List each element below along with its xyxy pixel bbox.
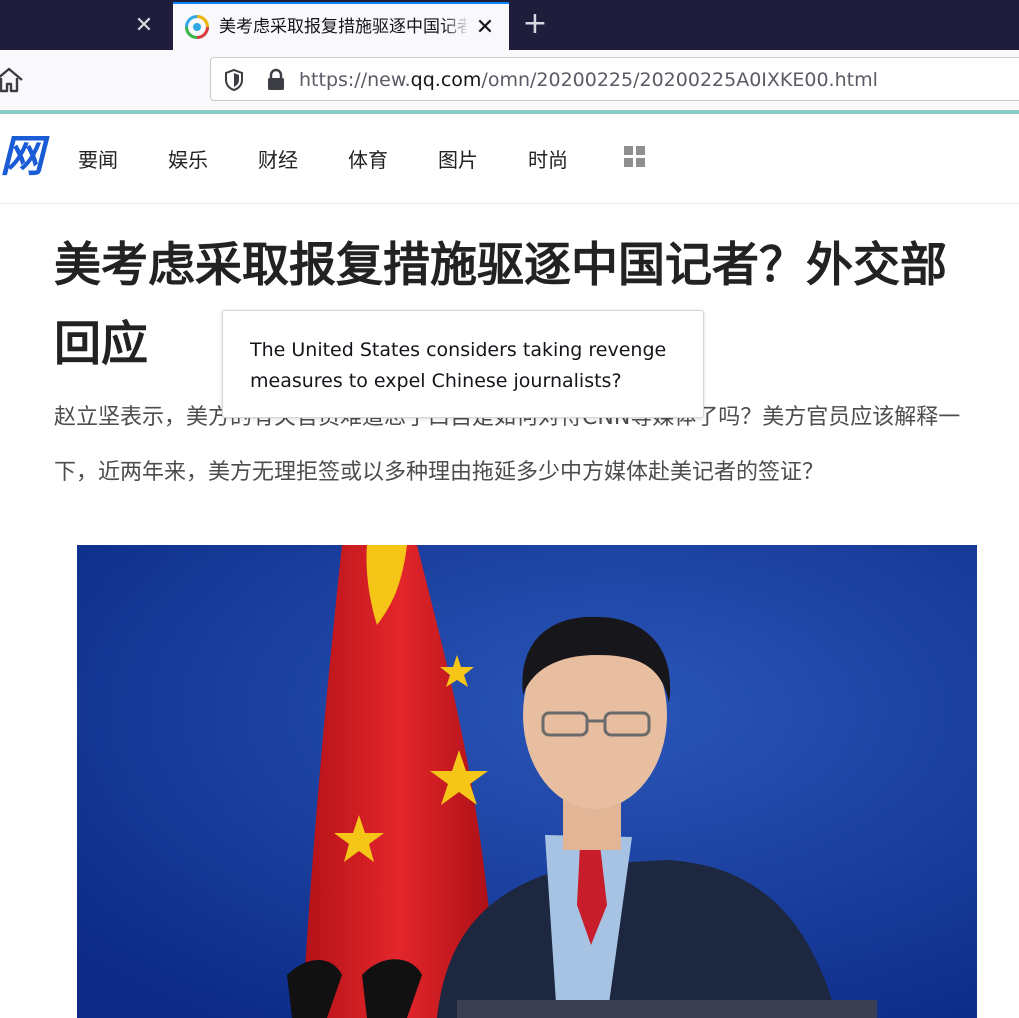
nav-item-pictures[interactable]: 图片	[438, 144, 478, 176]
nav-item-news[interactable]: 要闻	[78, 144, 118, 176]
more-channels-grid-icon[interactable]	[624, 146, 646, 168]
url-domain: qq.com	[410, 69, 482, 91]
url-bar[interactable]: https://new.qq.com/omn/20200225/20200225…	[210, 57, 1019, 101]
tab-close-icon[interactable]: ✕	[471, 14, 499, 42]
tab-bar: ✕ 美考虑采取报复措施驱逐中国记者？外交部回应 ✕ +	[0, 0, 1019, 50]
tab-title-fade	[443, 12, 469, 42]
press-briefing-photo	[77, 545, 977, 1018]
qq-news-favicon-icon	[185, 15, 209, 39]
active-tab[interactable]: 美考虑采取报复措施驱逐中国记者？外交部回应 ✕	[173, 2, 509, 50]
translation-tooltip: The United States considers taking reven…	[222, 310, 704, 418]
site-logo[interactable]: 网	[0, 132, 50, 182]
nav-item-sports[interactable]: 体育	[348, 144, 388, 176]
url-path: /omn/20200225/20200225A0IXKE00.html	[481, 69, 878, 91]
nav-item-entertainment[interactable]: 娱乐	[168, 144, 208, 176]
new-tab-button[interactable]: +	[520, 9, 550, 40]
nav-item-fashion[interactable]: 时尚	[528, 144, 568, 176]
url-text[interactable]: https://new.qq.com/omn/20200225/20200225…	[299, 66, 878, 94]
site-navigation: 网 要闻 娱乐 财经 体育 图片 时尚	[0, 114, 1019, 204]
tracking-protection-shield-icon[interactable]	[223, 68, 245, 92]
nav-item-finance[interactable]: 财经	[258, 144, 298, 176]
secure-lock-icon[interactable]	[265, 68, 287, 92]
previous-tab-close-icon[interactable]: ✕	[130, 12, 158, 40]
url-prefix: https://new.	[299, 69, 411, 91]
tab-title: 美考虑采取报复措施驱逐中国记者？外交部回应	[219, 17, 467, 37]
navigation-toolbar: https://new.qq.com/omn/20200225/20200225…	[0, 50, 1019, 110]
home-icon[interactable]	[0, 66, 26, 94]
translation-tooltip-text: The United States considers taking reven…	[250, 339, 667, 392]
